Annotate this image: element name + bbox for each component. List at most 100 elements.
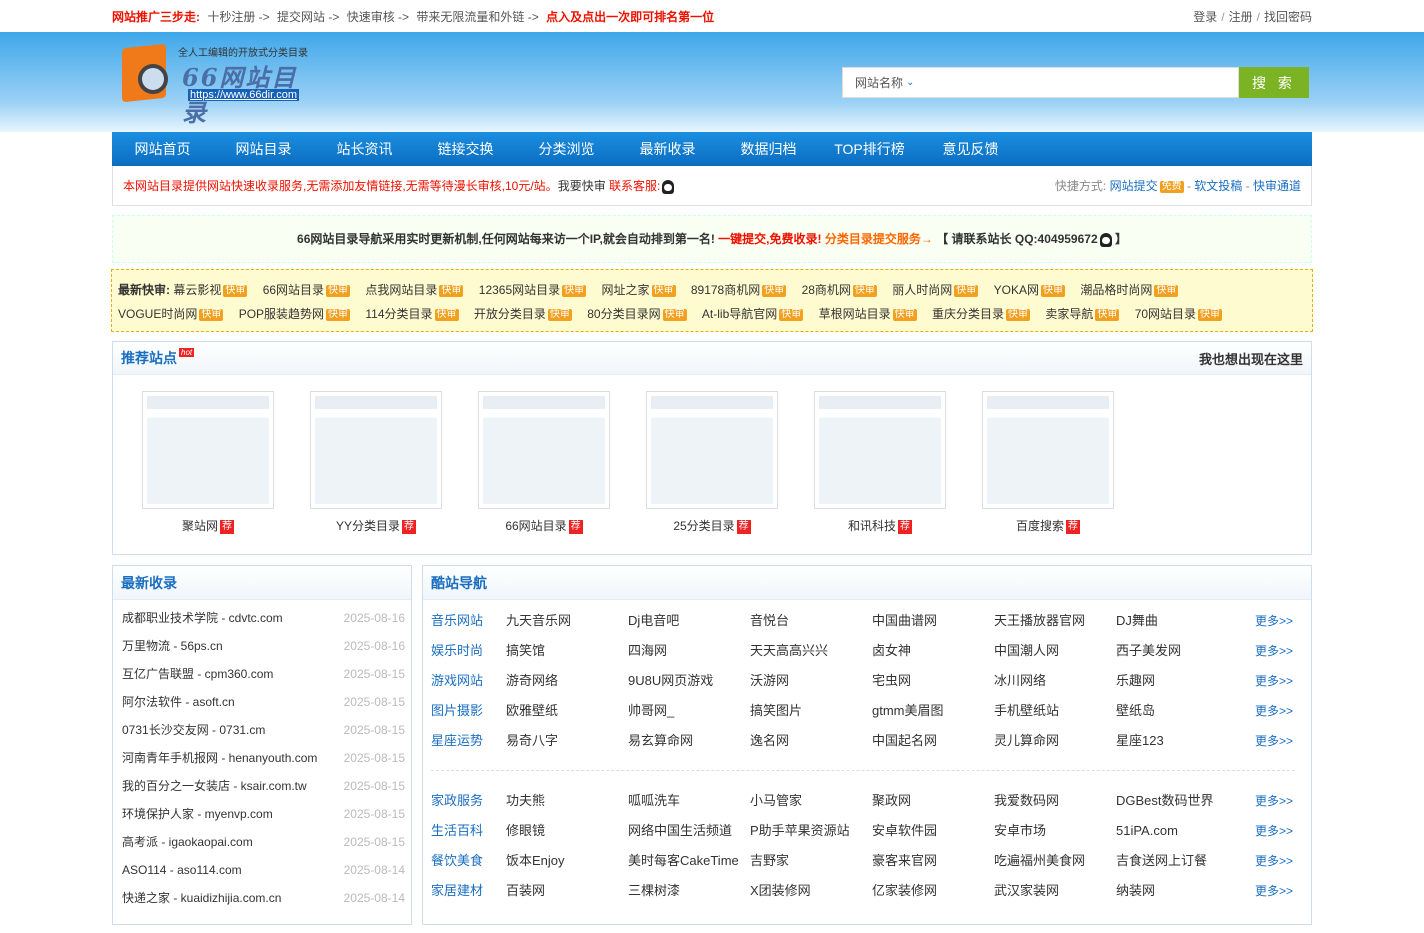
qq-icon[interactable] xyxy=(1099,232,1112,247)
recommended-site[interactable]: 66网站目录荐 xyxy=(478,391,646,534)
fast-review-link[interactable]: 网址之家 xyxy=(601,283,649,297)
fast-review-item[interactable]: 80分类目录网 快审 xyxy=(587,307,687,321)
site-logo[interactable]: 全人工编辑的开放式分类目录 66网站目录 https://www.66dir.c… xyxy=(120,42,320,127)
find-password-link[interactable]: 找回密码 xyxy=(1264,10,1312,24)
nav-news[interactable]: 站长资讯 xyxy=(314,132,415,166)
cool-site-link[interactable]: 易玄算命网 xyxy=(628,726,750,756)
cool-site-link[interactable]: 吃遍福州美食网 xyxy=(994,846,1116,876)
want-fast-review[interactable]: 我要快审 xyxy=(558,179,606,193)
fast-review-link[interactable]: 80分类目录网 xyxy=(587,307,660,321)
cool-site-link[interactable]: 搞笑馆 xyxy=(506,636,628,666)
more-link[interactable]: 更多>> xyxy=(1255,786,1303,816)
cool-category[interactable]: 家政服务 xyxy=(431,786,506,816)
site-name-text[interactable]: 和讯科技 xyxy=(848,519,896,533)
cool-site-link[interactable]: X团装修网 xyxy=(750,876,872,906)
cool-site-link[interactable]: 美时每客CakeTime xyxy=(628,846,750,876)
cool-site-link[interactable]: 乐趣网 xyxy=(1116,666,1238,696)
nav-category[interactable]: 分类浏览 xyxy=(516,132,617,166)
recommended-site-name[interactable]: 25分类目录荐 xyxy=(646,517,778,534)
cool-site-link[interactable]: 亿家装修网 xyxy=(872,876,994,906)
more-link[interactable]: 更多>> xyxy=(1255,726,1303,756)
cool-site-link[interactable]: gtmm美眉图 xyxy=(872,696,994,726)
site-name-text[interactable]: 百度搜索 xyxy=(1016,519,1064,533)
cool-site-link[interactable]: 吉食送网上订餐 xyxy=(1116,846,1238,876)
recommended-site[interactable]: 25分类目录荐 xyxy=(646,391,814,534)
qq-icon[interactable] xyxy=(662,179,675,194)
fast-channel-link[interactable]: 快审通道 xyxy=(1253,179,1301,193)
cool-site-link[interactable]: 聚政网 xyxy=(872,786,994,816)
latest-site-link[interactable]: 成都职业技术学院 - cdvtc.com xyxy=(122,604,283,632)
fast-review-item[interactable]: 卖家导航 快审 xyxy=(1045,307,1120,321)
cool-site-link[interactable]: 安卓软件园 xyxy=(872,816,994,846)
cool-category[interactable]: 餐饮美食 xyxy=(431,846,506,876)
fast-review-item[interactable]: YOKA网 快审 xyxy=(994,283,1065,297)
cool-site-link[interactable]: 功夫熊 xyxy=(506,786,628,816)
fast-review-link[interactable]: 70网站目录 xyxy=(1135,307,1196,321)
fast-review-item[interactable]: 幕云影视 快审 xyxy=(173,283,248,297)
recommended-site[interactable]: 和讯科技荐 xyxy=(814,391,982,534)
latest-site-link[interactable]: ASO114 - aso114.com xyxy=(122,856,242,884)
contact-service[interactable]: 联系客服: xyxy=(609,179,660,193)
cool-site-link[interactable]: 帅哥网_ xyxy=(628,696,750,726)
fast-review-item[interactable]: 28商机网 快审 xyxy=(802,283,877,297)
fast-review-item[interactable]: 重庆分类目录 快审 xyxy=(932,307,1030,321)
fast-review-link[interactable]: 卖家导航 xyxy=(1045,307,1093,321)
more-link[interactable]: 更多>> xyxy=(1255,636,1303,666)
cool-site-link[interactable]: 小马管家 xyxy=(750,786,872,816)
cool-site-link[interactable]: 逸名网 xyxy=(750,726,872,756)
cool-site-link[interactable]: 西子美发网 xyxy=(1116,636,1238,666)
fast-review-link[interactable]: 28商机网 xyxy=(802,283,851,297)
recommended-site-name[interactable]: 66网站目录荐 xyxy=(478,517,610,534)
cool-site-link[interactable]: 百装网 xyxy=(506,876,628,906)
cool-site-link[interactable]: 壁纸岛 xyxy=(1116,696,1238,726)
submit-site-link[interactable]: 网站提交 xyxy=(1110,179,1158,193)
fast-review-item[interactable]: 潮品格时尚网 快审 xyxy=(1080,283,1179,297)
fast-review-link[interactable]: VOGUE时尚网 xyxy=(118,307,197,321)
fast-review-link[interactable]: 12365网站目录 xyxy=(479,283,560,297)
cool-site-link[interactable]: 卤女神 xyxy=(872,636,994,666)
cool-site-link[interactable]: 宅虫网 xyxy=(872,666,994,696)
latest-site-link[interactable]: 0731长沙交友网 - 0731.cm xyxy=(122,716,265,744)
site-thumbnail[interactable] xyxy=(982,391,1114,509)
latest-site-link[interactable]: 阿尔法软件 - asoft.cn xyxy=(122,688,235,716)
cool-site-link[interactable]: 天王播放器官网 xyxy=(994,606,1116,636)
fast-review-item[interactable]: At-lib导航官网 快审 xyxy=(702,307,804,321)
fast-review-item[interactable]: 66网站目录 快审 xyxy=(263,283,351,297)
recommended-site[interactable]: YY分类目录荐 xyxy=(310,391,478,534)
cool-site-link[interactable]: 四海网 xyxy=(628,636,750,666)
cool-category[interactable]: 音乐网站 xyxy=(431,606,506,636)
fast-review-link[interactable]: 点我网站目录 xyxy=(365,283,437,297)
cool-site-link[interactable]: DGBest数码世界 xyxy=(1116,786,1238,816)
latest-site-link[interactable]: 我的百分之一女装店 - ksair.com.tw xyxy=(122,772,307,800)
cool-site-link[interactable]: 音悦台 xyxy=(750,606,872,636)
cool-site-link[interactable]: Dj电音吧 xyxy=(628,606,750,636)
nav-directory[interactable]: 网站目录 xyxy=(213,132,314,166)
site-name-text[interactable]: 聚站网 xyxy=(182,519,218,533)
recommended-site[interactable]: 聚站网荐 xyxy=(142,391,310,534)
cool-category[interactable]: 生活百科 xyxy=(431,816,506,846)
cool-site-link[interactable]: 沃游网 xyxy=(750,666,872,696)
cool-site-link[interactable]: 冰川网络 xyxy=(994,666,1116,696)
cool-site-link[interactable]: 修眼镜 xyxy=(506,816,628,846)
login-link[interactable]: 登录 xyxy=(1193,10,1217,24)
fast-review-item[interactable]: 12365网站目录 快审 xyxy=(479,283,587,297)
fast-review-link[interactable]: 114分类目录 xyxy=(365,307,432,321)
recommended-site-name[interactable]: 聚站网荐 xyxy=(142,517,274,534)
cool-site-link[interactable]: 饭本Enjoy xyxy=(506,846,628,876)
nav-top[interactable]: TOP排行榜 xyxy=(819,132,920,166)
cool-site-link[interactable]: 安卓市场 xyxy=(994,816,1116,846)
cool-site-link[interactable]: 网络中国生活频道 xyxy=(628,816,750,846)
fast-review-item[interactable]: 70网站目录 快审 xyxy=(1135,307,1223,321)
cool-category[interactable]: 图片摄影 xyxy=(431,696,506,726)
cool-site-link[interactable]: 中国曲谱网 xyxy=(872,606,994,636)
cool-site-link[interactable]: 三棵树漆 xyxy=(628,876,750,906)
recommended-site-name[interactable]: 和讯科技荐 xyxy=(814,517,946,534)
promo-one-click[interactable]: 一键提交,免费收录! xyxy=(718,232,821,246)
site-name-text[interactable]: 25分类目录 xyxy=(673,519,734,533)
latest-site-link[interactable]: 环境保护人家 - myenvp.com xyxy=(122,800,273,828)
fast-review-item[interactable]: VOGUE时尚网 快审 xyxy=(118,307,224,321)
recommended-site-name[interactable]: YY分类目录荐 xyxy=(310,517,442,534)
fast-review-item[interactable]: 丽人时尚网 快审 xyxy=(892,283,979,297)
cool-site-link[interactable]: 搞笑图片 xyxy=(750,696,872,726)
cool-site-link[interactable]: 天天高高兴兴 xyxy=(750,636,872,666)
